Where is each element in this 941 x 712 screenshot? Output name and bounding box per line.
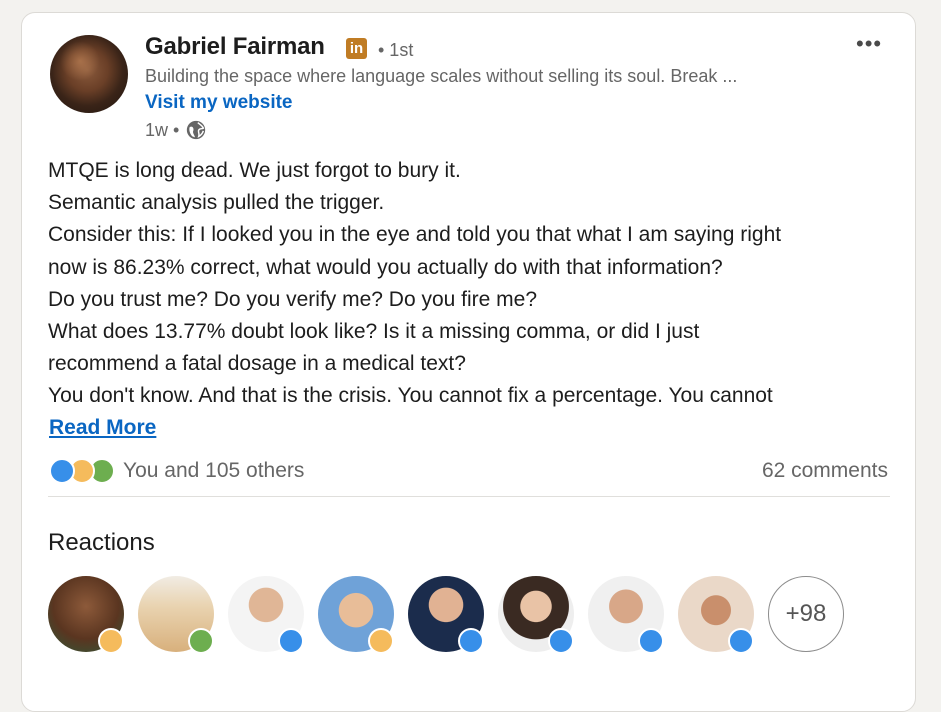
- like-icon: [458, 628, 484, 654]
- support-icon: [188, 628, 214, 654]
- like-icon: [49, 458, 75, 484]
- post-text: MTQE is long dead. We just forgot to bur…: [48, 155, 898, 413]
- reactions-summary[interactable]: You and 105 others: [49, 458, 304, 484]
- linkedin-premium-badge-icon: in: [346, 38, 367, 59]
- post-time-row: 1w •: [145, 119, 207, 141]
- comments-count-link[interactable]: 62 comments: [762, 459, 888, 483]
- post-line: Do you trust me? Do you verify me? Do yo…: [48, 287, 538, 311]
- post-line: Semantic analysis pulled the trigger.: [48, 191, 385, 215]
- post-line: You don't know. And that is the crisis. …: [48, 384, 773, 408]
- author-headline: Building the space where language scales…: [145, 66, 738, 86]
- more-options-button[interactable]: •••: [856, 31, 882, 57]
- like-icon: [728, 628, 754, 654]
- post-line: Consider this: If I looked you in the ey…: [48, 223, 782, 247]
- like-icon: [278, 628, 304, 654]
- author-avatar[interactable]: [50, 35, 128, 113]
- read-more-link[interactable]: Read More: [49, 416, 156, 440]
- insight-icon: [368, 628, 394, 654]
- post-line: recommend a fatal dosage in a medical te…: [48, 352, 466, 376]
- post-time: 1w •: [145, 119, 180, 140]
- post-line: now is 86.23% correct, what would you ac…: [48, 255, 723, 279]
- reactor-avatar[interactable]: [588, 576, 664, 654]
- reactor-avatar[interactable]: [138, 576, 214, 654]
- visit-website-link[interactable]: Visit my website: [145, 92, 293, 114]
- reactor-avatar[interactable]: [48, 576, 124, 654]
- reactions-count-text: You and 105 others: [123, 459, 305, 482]
- reactor-avatar[interactable]: [228, 576, 304, 654]
- divider: [48, 496, 890, 497]
- author-name[interactable]: Gabriel Fairman: [145, 33, 325, 61]
- like-icon: [548, 628, 574, 654]
- post-line: What does 13.77% doubt look like? Is it …: [48, 320, 700, 344]
- reactors-list: +98: [48, 576, 844, 654]
- reactor-avatar[interactable]: [318, 576, 394, 654]
- reactor-avatar[interactable]: [678, 576, 754, 654]
- avatar-highlight: [60, 41, 100, 81]
- more-reactors-button[interactable]: +98: [768, 576, 844, 652]
- post-line: MTQE is long dead. We just forgot to bur…: [48, 159, 461, 182]
- reactor-avatar[interactable]: [498, 576, 574, 654]
- insight-icon: [98, 628, 124, 654]
- post-card: Gabriel Fairman in • 1st ••• Building th…: [21, 12, 916, 712]
- like-icon: [638, 628, 664, 654]
- ellipsis-icon: •••: [856, 31, 883, 56]
- globe-icon: [187, 120, 206, 140]
- connection-degree: • 1st: [378, 40, 414, 60]
- reactor-avatar[interactable]: [408, 576, 484, 654]
- reactions-heading: Reactions: [48, 529, 155, 556]
